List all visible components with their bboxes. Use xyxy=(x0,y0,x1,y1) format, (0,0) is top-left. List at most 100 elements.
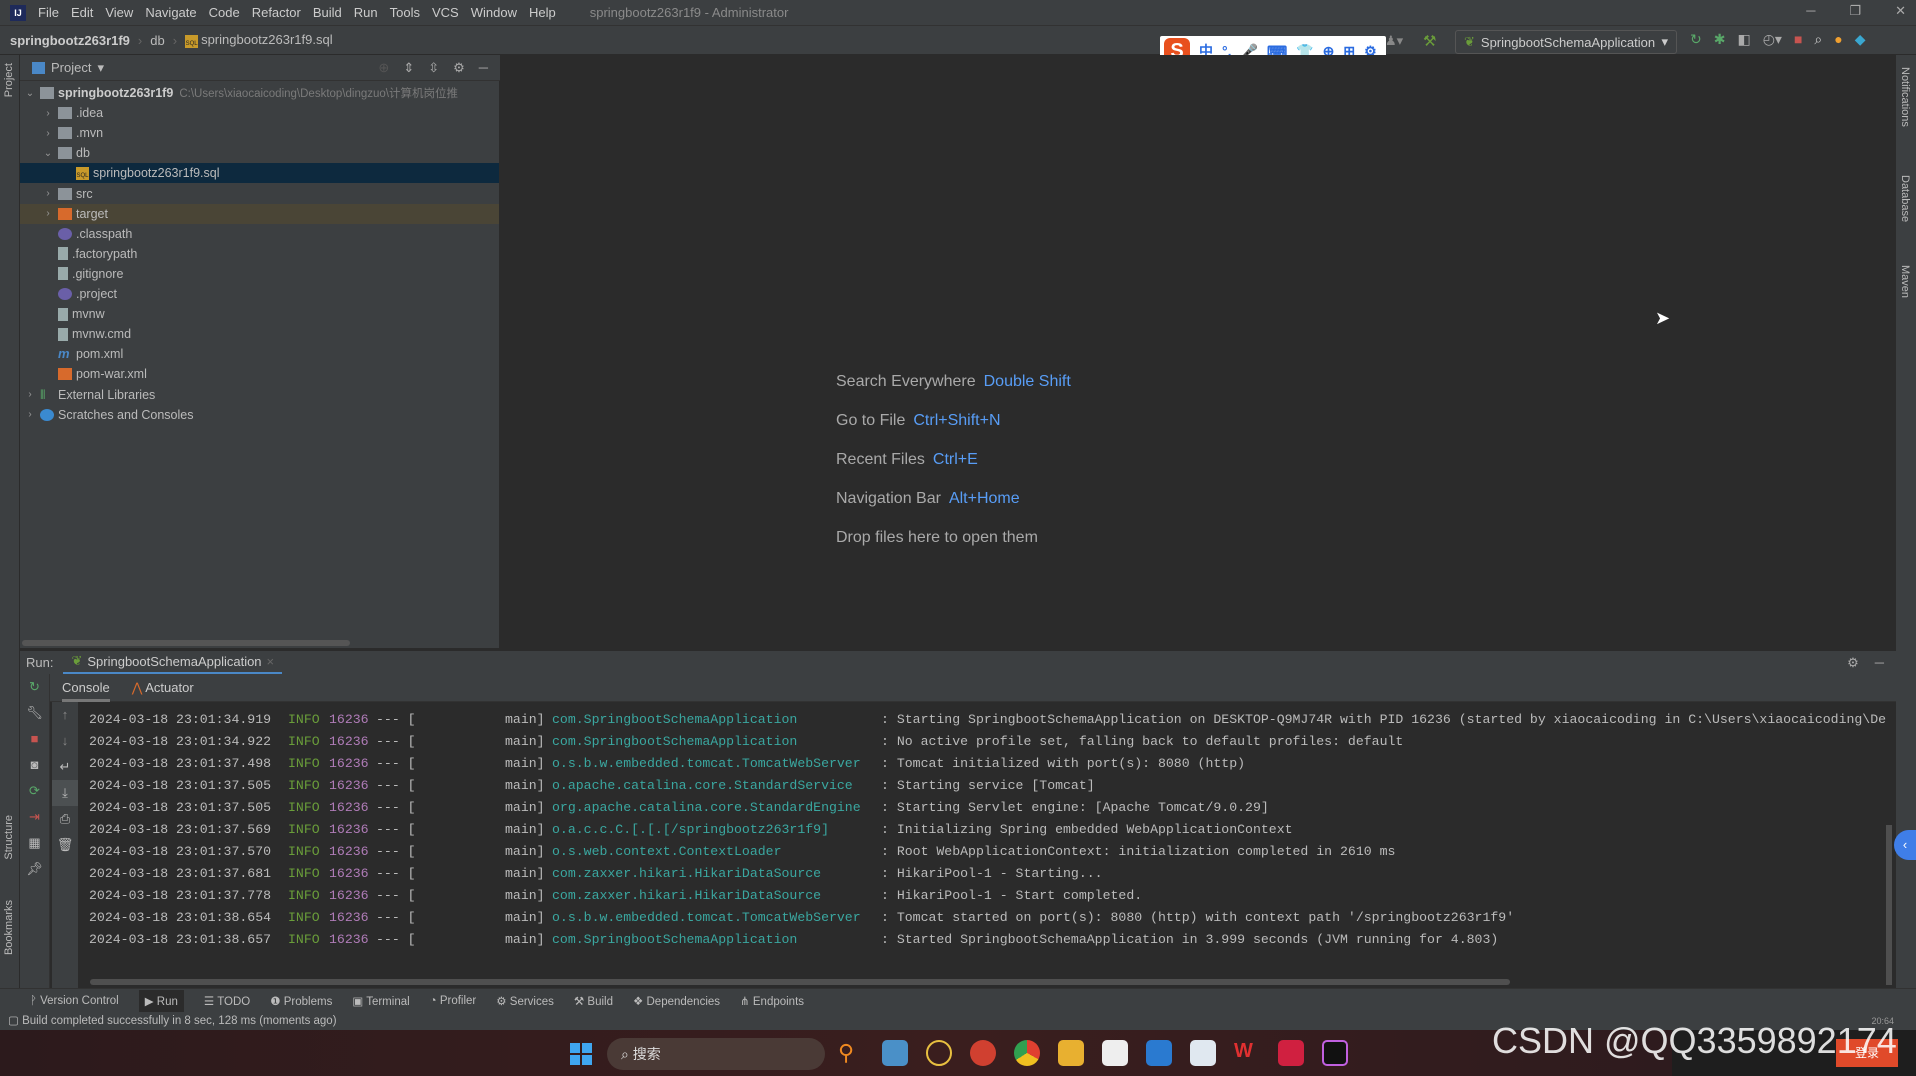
tree-item[interactable]: SQL springbootz263r1f9.sql xyxy=(20,163,499,184)
search-app-icon[interactable]: ⚲ xyxy=(838,1040,864,1066)
tree-item[interactable]: mvnw.cmd xyxy=(20,324,499,344)
stop-icon[interactable]: ■ xyxy=(1794,31,1802,48)
chevron-down-icon[interactable]: ⌄ xyxy=(42,148,54,159)
run-tab[interactable]: ❦ SpringbootSchemaApplication × xyxy=(63,651,283,675)
profile-icon[interactable]: ◴▾ xyxy=(1763,31,1782,48)
search-icon[interactable]: ⌕ xyxy=(1814,31,1822,48)
tree-item[interactable]: ⌄ db xyxy=(20,143,499,163)
wps-icon[interactable]: W xyxy=(1234,1040,1260,1066)
build-hammer-icon[interactable]: ⚒ xyxy=(1423,32,1436,50)
windows-start-icon[interactable] xyxy=(570,1043,592,1065)
gear-icon[interactable]: ⚙ xyxy=(453,60,465,76)
tool-window-terminal[interactable]: ▣ Terminal xyxy=(352,994,409,1008)
tree-item[interactable]: .gitignore xyxy=(20,264,499,284)
chevron-right-icon[interactable]: › xyxy=(24,409,36,420)
tree-item[interactable]: › ⦀ External Libraries xyxy=(20,385,499,405)
menu-edit[interactable]: Edit xyxy=(71,5,93,20)
wrench-icon[interactable]: 🔧︎ xyxy=(20,700,49,726)
bookmarks-tool-button[interactable]: Bookmarks xyxy=(3,900,15,955)
tree-item[interactable]: m pom.xml xyxy=(20,344,499,364)
menu-navigate[interactable]: Navigate xyxy=(145,5,196,20)
menu-build[interactable]: Build xyxy=(313,5,342,20)
menu-run[interactable]: Run xyxy=(354,5,378,20)
rerun-icon[interactable]: ↻ xyxy=(20,674,49,700)
menu-window[interactable]: Window xyxy=(471,5,517,20)
update-icon[interactable]: ● xyxy=(1834,31,1842,48)
user-add-icon[interactable]: ♟▾ xyxy=(1385,33,1403,49)
project-tool-button[interactable]: Project xyxy=(3,63,15,97)
soft-wrap-icon[interactable]: ↵ xyxy=(52,754,78,780)
rerun-icon[interactable]: ↻ xyxy=(1690,31,1702,48)
console-vertical-scrollbar[interactable] xyxy=(1886,825,1892,985)
tab-actuator[interactable]: ⋀ Actuator xyxy=(132,674,194,702)
coverage-icon[interactable]: ◧ xyxy=(1737,31,1750,48)
tree-item[interactable]: › .mvn xyxy=(20,123,499,143)
locate-icon[interactable]: ⊕ xyxy=(378,60,389,76)
control-panel-icon[interactable] xyxy=(882,1040,908,1066)
tool-window-todo[interactable]: ☰ TODO xyxy=(204,994,250,1008)
chevron-right-icon[interactable]: › xyxy=(42,208,54,219)
chrome-icon[interactable] xyxy=(1014,1040,1040,1066)
restore-icon[interactable]: ❐ xyxy=(1849,3,1861,19)
database-tool-button[interactable]: Database xyxy=(1899,175,1911,222)
layout-icon[interactable]: ▦ xyxy=(20,830,49,856)
collapse-sidebar-button[interactable]: ‹ xyxy=(1894,830,1916,860)
project-view-select[interactable]: Project xyxy=(51,60,91,75)
tree-item[interactable]: › Scratches and Consoles xyxy=(20,405,499,425)
tool-window-dependencies[interactable]: ❖ Dependencies xyxy=(633,994,720,1008)
tool-window-run[interactable]: ▶ Run xyxy=(138,989,184,1012)
exit-icon[interactable]: ⇥ xyxy=(20,804,49,830)
status-message[interactable]: Build completed successfully in 8 sec, 1… xyxy=(22,1015,336,1027)
breadcrumb-folder[interactable]: db xyxy=(150,33,164,48)
minimize-icon[interactable]: ─ xyxy=(1806,3,1815,19)
app-icon[interactable] xyxy=(926,1040,952,1066)
chevron-down-icon[interactable]: ▾ xyxy=(97,60,104,76)
tool-window-endpoints[interactable]: ⋔ Endpoints xyxy=(740,994,804,1008)
print-icon[interactable]: ⎙ xyxy=(52,806,78,832)
console-horizontal-scrollbar[interactable] xyxy=(90,979,1510,985)
menu-tools[interactable]: Tools xyxy=(390,5,420,20)
breadcrumb-file[interactable]: SQL springbootz263r1f9.sql xyxy=(185,32,333,48)
maven-tool-button[interactable]: Maven xyxy=(1899,265,1911,298)
p-app-icon[interactable] xyxy=(1146,1040,1172,1066)
project-horizontal-scrollbar[interactable] xyxy=(22,640,350,646)
camera-icon[interactable]: ◙ xyxy=(20,752,49,778)
chevron-right-icon[interactable]: › xyxy=(42,188,54,199)
tool-window-services[interactable]: ⚙ Services xyxy=(496,994,554,1008)
tool-window-version-control[interactable]: ᚹ Version Control xyxy=(30,995,119,1007)
taskbar-search[interactable]: ⌕ 搜索 xyxy=(607,1038,825,1070)
menu-code[interactable]: Code xyxy=(209,5,240,20)
tree-item[interactable]: › src xyxy=(20,184,499,204)
restart-icon[interactable]: ⟳ xyxy=(20,778,49,804)
app-icon[interactable] xyxy=(1190,1040,1216,1066)
trash-icon[interactable]: 🗑︎ xyxy=(52,832,78,858)
run-configuration-select[interactable]: ❦ SpringbootSchemaApplication ▾ xyxy=(1455,30,1677,54)
pin-icon[interactable]: 📌︎ xyxy=(20,856,49,882)
file-explorer-icon[interactable] xyxy=(1058,1040,1084,1066)
chevron-right-icon[interactable]: › xyxy=(42,108,54,119)
plugin-icon[interactable]: ◆ xyxy=(1855,31,1866,48)
menu-help[interactable]: Help xyxy=(529,5,556,20)
tree-item[interactable]: .project xyxy=(20,284,499,304)
tool-window-profiler[interactable]: ◔ Profiler xyxy=(430,995,477,1007)
gear-icon[interactable]: ⚙ xyxy=(1847,655,1859,671)
structure-tool-button[interactable]: Structure xyxy=(3,815,15,860)
notifications-tool-button[interactable]: Notifications xyxy=(1899,67,1911,127)
menu-view[interactable]: View xyxy=(105,5,133,20)
tree-item[interactable]: pom-war.xml xyxy=(20,364,499,384)
youdao-icon[interactable] xyxy=(1278,1040,1304,1066)
chevron-right-icon[interactable]: › xyxy=(42,128,54,139)
hide-icon[interactable]: ─ xyxy=(479,60,488,76)
menu-file[interactable]: File xyxy=(38,5,59,20)
intellij-taskbar-icon[interactable] xyxy=(1322,1040,1348,1066)
hide-icon[interactable]: ─ xyxy=(1875,655,1884,671)
tree-item[interactable]: .factorypath xyxy=(20,244,499,264)
tree-item[interactable]: ⌄ springbootz263r1f9 C:\Users\xiaocaicodin… xyxy=(20,83,499,103)
tree-item[interactable]: › .idea xyxy=(20,103,499,123)
scroll-to-end-icon[interactable]: ⤓ xyxy=(52,780,78,806)
down-arrow-icon[interactable]: ↓ xyxy=(52,728,78,754)
menu-refactor[interactable]: Refactor xyxy=(252,5,301,20)
tool-window-problems[interactable]: ❶ Problems xyxy=(270,994,332,1008)
tree-item[interactable]: .classpath xyxy=(20,224,499,244)
app-icon[interactable] xyxy=(970,1040,996,1066)
